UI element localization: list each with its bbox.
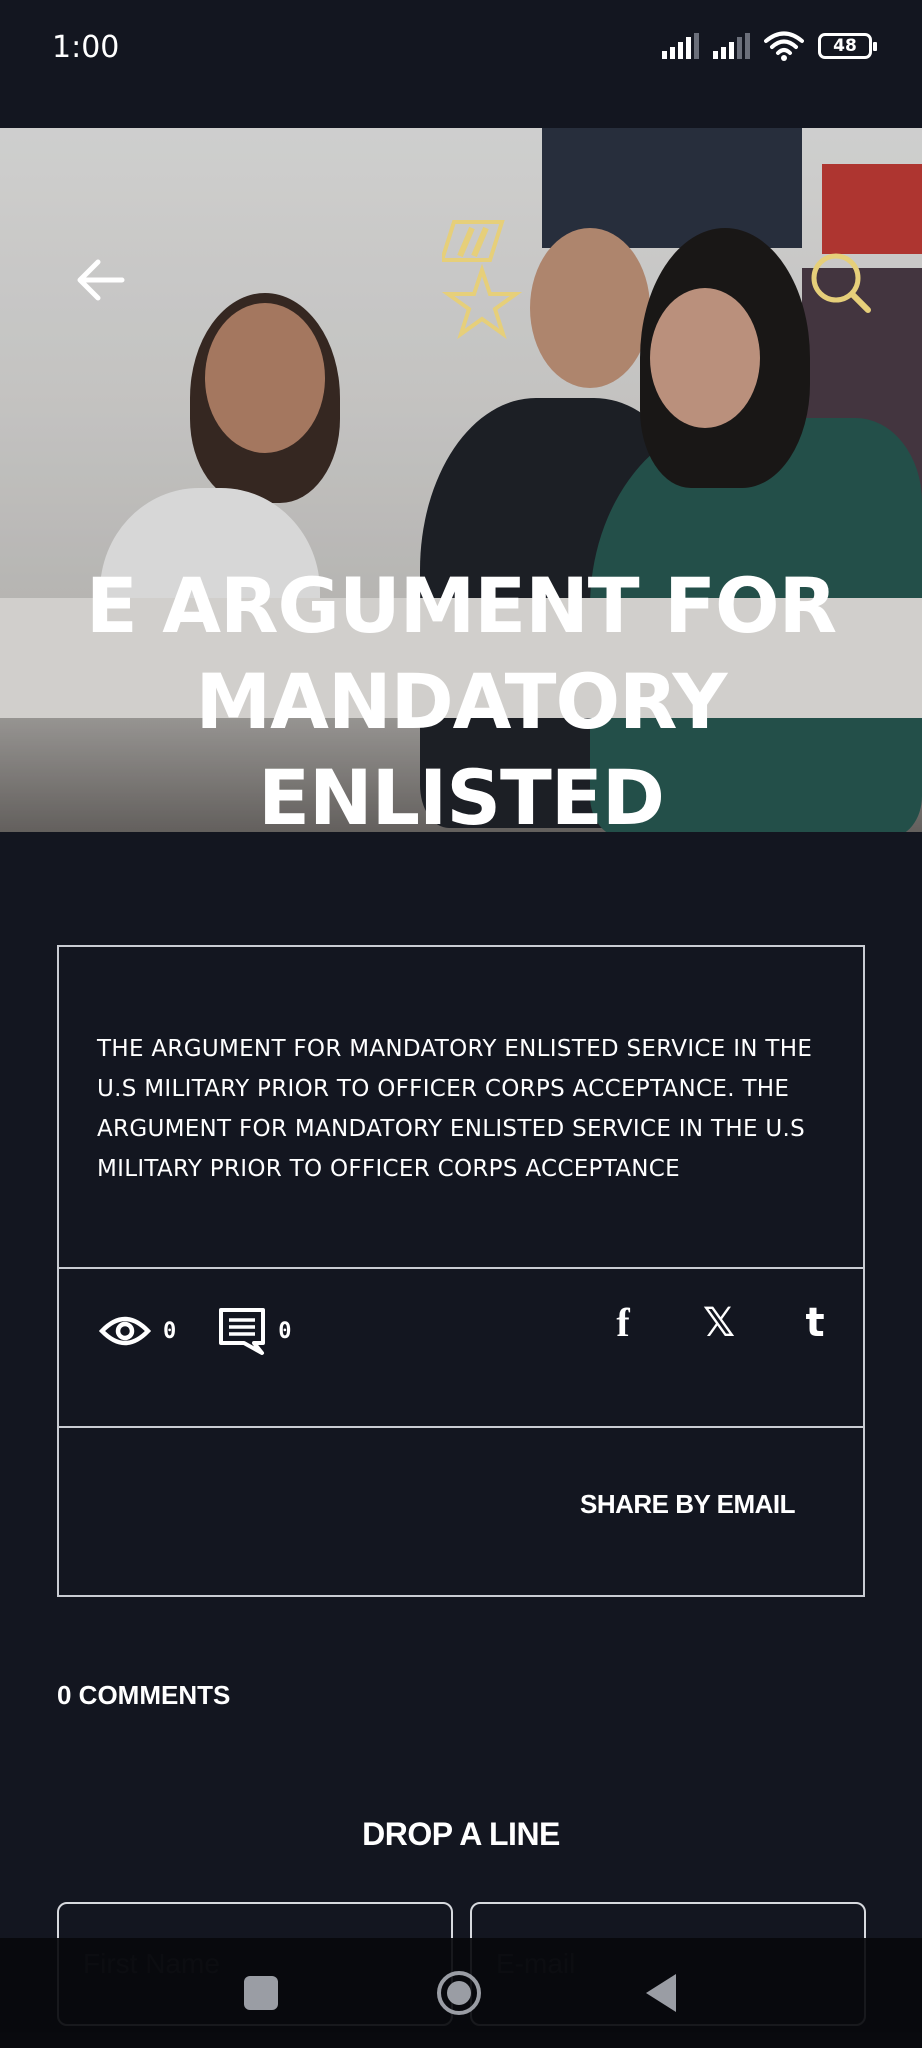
eye-icon xyxy=(99,1316,151,1346)
post-stats: 0 0 xyxy=(99,1307,334,1355)
signal-icon-2 xyxy=(713,33,750,59)
comment-form-title: DROP A LINE xyxy=(362,1816,560,1852)
status-icons: 48 xyxy=(662,30,877,62)
wifi-icon xyxy=(764,31,804,61)
page-title: E ARGUMENT FOR MANDATORY ENLISTED SERVIC… xyxy=(85,561,837,832)
search-icon[interactable] xyxy=(806,248,874,316)
comments-count: 0 xyxy=(278,1318,292,1344)
comment-icon xyxy=(219,1308,266,1355)
arrow-left-icon[interactable] xyxy=(72,250,132,310)
post-excerpt: THE ARGUMENT FOR MANDATORY ENLISTED SERV… xyxy=(97,1036,813,1182)
home-icon[interactable] xyxy=(434,1968,484,2018)
tumblr-icon[interactable]: t xyxy=(797,1300,833,1346)
facebook-icon[interactable]: f xyxy=(605,1299,641,1346)
status-bar: 1:00 48 xyxy=(0,0,922,128)
comments-stat: 0 xyxy=(218,1307,292,1355)
status-time: 1:00 xyxy=(52,30,120,65)
share-by-email-button[interactable]: SHARE BY EMAIL xyxy=(580,1489,796,1520)
comments-count-label: 0 COMMENTS xyxy=(57,1680,231,1710)
social-share-links: f 𝕏 t xyxy=(605,1299,833,1346)
back-triangle-icon[interactable] xyxy=(638,1968,688,2018)
signal-icon xyxy=(662,33,699,59)
medal-star-icon xyxy=(442,220,522,340)
x-icon[interactable]: 𝕏 xyxy=(701,1300,737,1346)
views-count: 0 xyxy=(163,1318,177,1344)
views-stat: 0 xyxy=(99,1313,176,1349)
system-nav-bar xyxy=(0,1938,922,2048)
battery-indicator: 48 xyxy=(818,33,877,59)
recent-apps-icon[interactable] xyxy=(236,1968,286,2018)
card-divider xyxy=(59,1267,863,1269)
card-divider-2 xyxy=(59,1426,863,1428)
post-card: THE ARGUMENT FOR MANDATORY ENLISTED SERV… xyxy=(57,945,865,1597)
